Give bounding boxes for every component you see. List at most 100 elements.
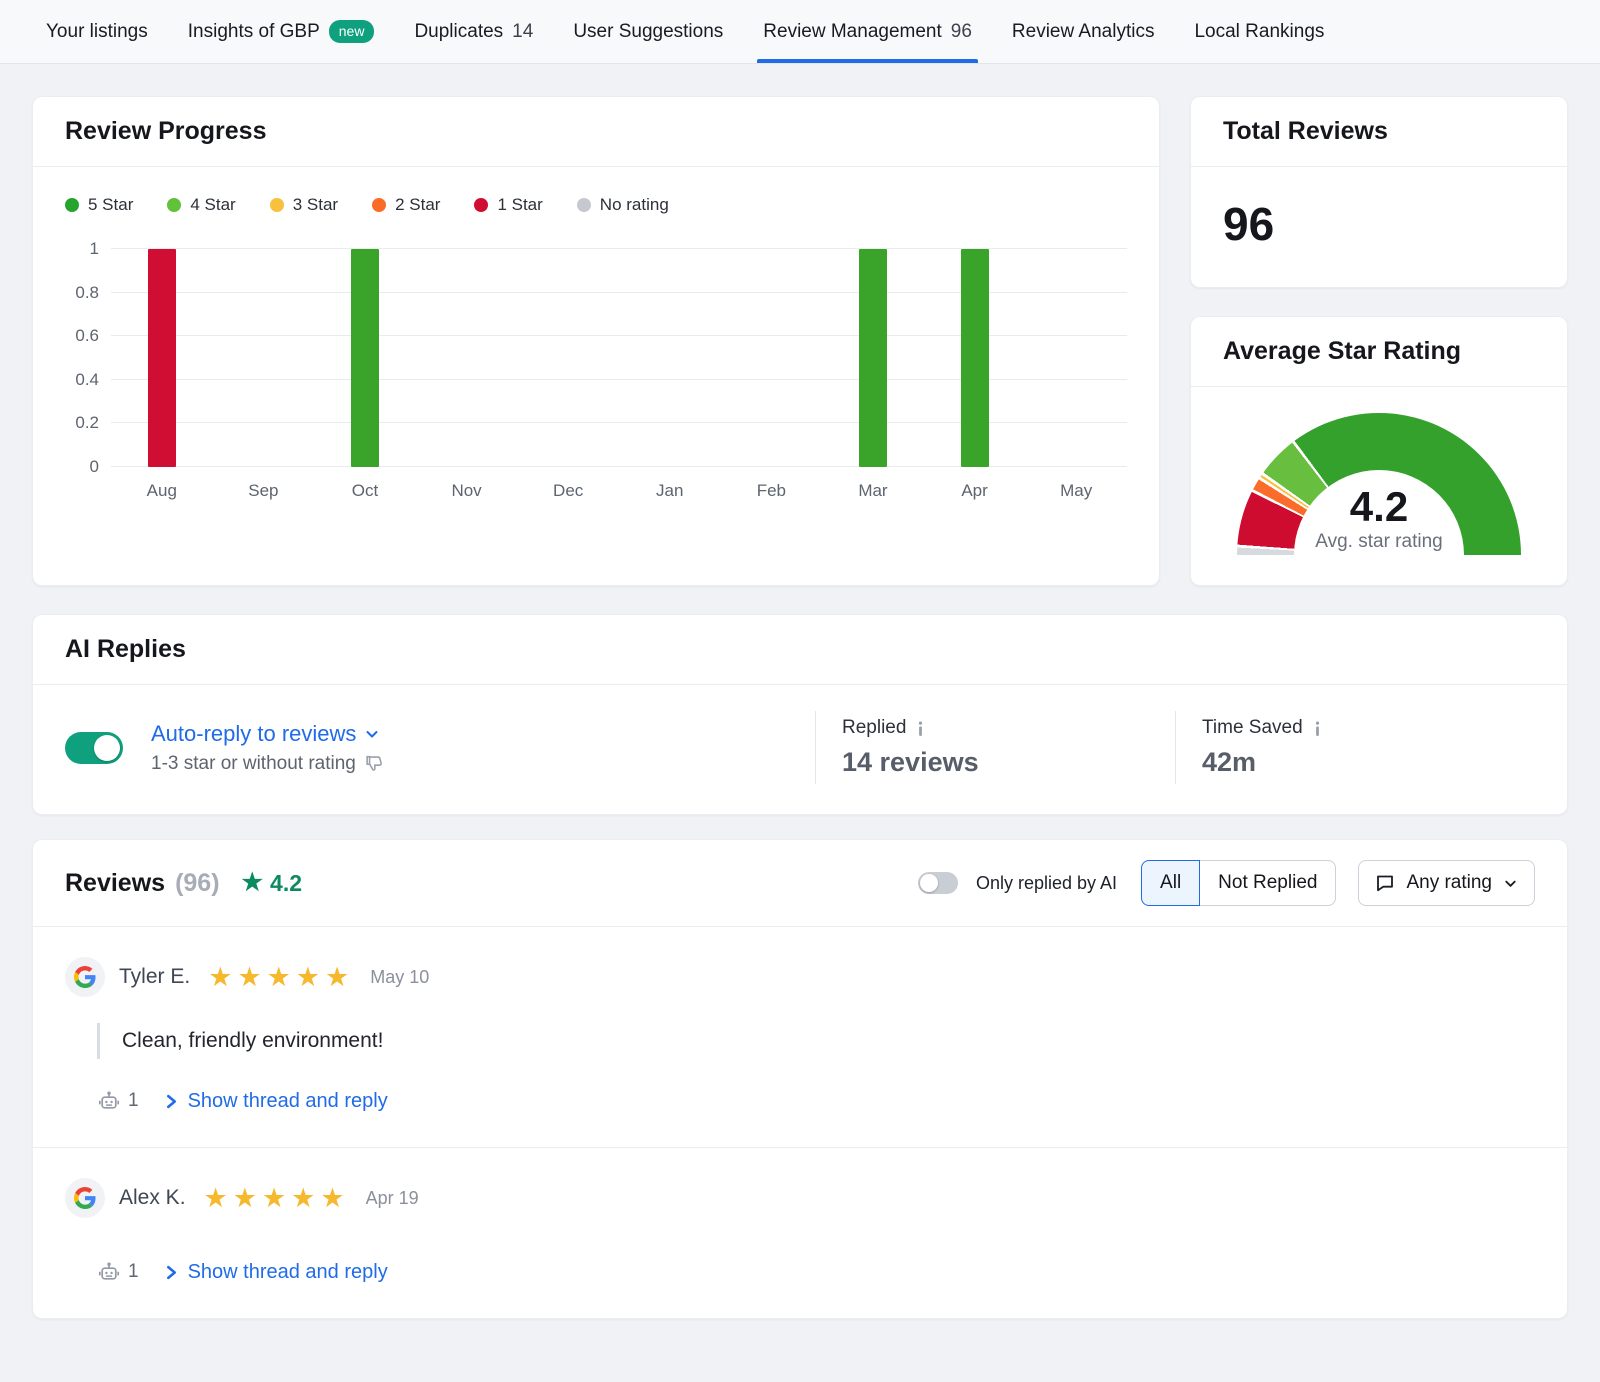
legend-label: 4 Star: [190, 195, 235, 215]
y-tick-label: 1: [90, 239, 99, 259]
average-star-rating-title: Average Star Rating: [1191, 317, 1567, 387]
show-thread-label: Show thread and reply: [188, 1261, 388, 1284]
info-icon[interactable]: [1311, 721, 1324, 736]
avg-rating-caption: Avg. star rating: [1237, 531, 1521, 553]
toggle-knob: [920, 874, 938, 892]
x-tick-label: May: [1025, 481, 1127, 501]
chart-bar-1-star[interactable]: [148, 249, 176, 467]
tab-label: Local Rankings: [1194, 21, 1324, 43]
legend-item-1-star: 1 Star: [474, 195, 542, 215]
review-item: Tyler E. ★★★★★ May 10 Clean, friendly en…: [33, 927, 1567, 1147]
new-badge: new: [329, 20, 375, 43]
tab-review-management[interactable]: Review Management96: [747, 0, 988, 63]
y-tick-label: 0.8: [75, 283, 99, 303]
tab-label: Insights of GBP: [188, 21, 320, 43]
show-thread-link[interactable]: Show thread and reply: [165, 1090, 388, 1113]
legend-label: 2 Star: [395, 195, 440, 215]
reviews-title: Reviews: [65, 869, 165, 898]
reviews-avg-value: 4.2: [270, 870, 302, 897]
chart-bar-5-star[interactable]: [351, 249, 379, 467]
ai-replies-title: AI Replies: [33, 615, 1567, 685]
tab-user-suggestions[interactable]: User Suggestions: [557, 0, 739, 63]
filter-not-replied-button[interactable]: Not Replied: [1199, 860, 1336, 906]
auto-reply-label: Auto-reply to reviews: [151, 721, 356, 747]
filter-all-button[interactable]: All: [1141, 860, 1200, 906]
y-tick-label: 0: [90, 457, 99, 477]
legend-item-3-star: 3 Star: [270, 195, 338, 215]
info-icon[interactable]: [914, 721, 927, 736]
google-logo-icon: [65, 957, 105, 997]
auto-reply-scope-label: 1-3 star or without rating: [151, 753, 356, 775]
avg-rating-value: 4.2: [1237, 485, 1521, 529]
chart-x-labels: AugSepOctNovDecJanFebMarAprMay: [111, 481, 1127, 501]
ai-replies-count-value: 1: [128, 1261, 139, 1283]
tab-label: Your listings: [46, 21, 148, 43]
robot-icon: [97, 1089, 121, 1113]
legend-dot: [270, 198, 284, 212]
review-stars: ★★★★★: [208, 964, 354, 991]
ai-replies-count: 1: [97, 1089, 139, 1113]
tab-duplicates[interactable]: Duplicates 14: [398, 0, 549, 63]
legend-dot: [577, 198, 591, 212]
x-tick-label: Jan: [619, 481, 721, 501]
legend-dot: [474, 198, 488, 212]
show-thread-label: Show thread and reply: [188, 1090, 388, 1113]
time-saved-value: 42m: [1202, 747, 1535, 778]
legend-item-no-rating: No rating: [577, 195, 669, 215]
rating-filter-dropdown[interactable]: Any rating: [1358, 860, 1535, 906]
tab-label: Review Analytics: [1012, 21, 1155, 43]
chart-legend: 5 Star 4 Star 3 Star 2 Star 1 Star No ra…: [65, 195, 1127, 215]
review-text: Clean, friendly environment!: [97, 1023, 1535, 1059]
legend-label: No rating: [600, 195, 669, 215]
time-saved-label: Time Saved: [1202, 717, 1303, 739]
replied-stat: Replied 14 reviews: [815, 711, 1175, 784]
top-tab-bar: Your listings Insights of GBP new Duplica…: [0, 0, 1600, 64]
review-stars: ★★★★★: [204, 1185, 350, 1212]
tab-local-rankings[interactable]: Local Rankings: [1178, 0, 1340, 63]
chevron-down-icon: [1503, 876, 1518, 891]
y-tick-label: 0.2: [75, 413, 99, 433]
ai-replies-count: 1: [97, 1260, 139, 1284]
ai-replies-card: AI Replies Auto-reply to reviews 1-3 sta…: [32, 614, 1568, 815]
only-ai-toggle[interactable]: [918, 872, 958, 894]
tab-count: 14: [512, 21, 533, 43]
legend-dot: [65, 198, 79, 212]
x-tick-label: Nov: [416, 481, 518, 501]
ai-replies-count-value: 1: [128, 1090, 139, 1112]
robot-icon: [97, 1260, 121, 1284]
review-date: May 10: [370, 967, 429, 988]
y-tick-label: 0.4: [75, 370, 99, 390]
review-date: Apr 19: [366, 1188, 419, 1209]
x-tick-label: Apr: [924, 481, 1026, 501]
tab-insights-of-gbp[interactable]: Insights of GBP new: [172, 0, 391, 63]
legend-item-2-star: 2 Star: [372, 195, 440, 215]
legend-item-5-star: 5 Star: [65, 195, 133, 215]
chevron-right-icon: [165, 1265, 178, 1280]
legend-label: 3 Star: [293, 195, 338, 215]
show-thread-link[interactable]: Show thread and reply: [165, 1261, 388, 1284]
tab-label: Duplicates: [414, 21, 503, 43]
only-ai-label: Only replied by AI: [976, 873, 1117, 894]
legend-label: 5 Star: [88, 195, 133, 215]
chart-bar-5-star[interactable]: [859, 249, 887, 467]
chart-bar-5-star[interactable]: [961, 249, 989, 467]
auto-reply-dropdown[interactable]: Auto-reply to reviews: [151, 721, 380, 747]
average-star-rating-card: Average Star Rating 4.2 Avg. star rating: [1190, 316, 1568, 586]
tab-review-analytics[interactable]: Review Analytics: [996, 0, 1171, 63]
x-tick-label: Oct: [314, 481, 416, 501]
x-tick-label: Sep: [213, 481, 315, 501]
chevron-right-icon: [165, 1094, 178, 1109]
reviews-average-rating: ★ 4.2: [242, 870, 303, 897]
y-tick-label: 0.6: [75, 326, 99, 346]
tab-your-listings[interactable]: Your listings: [30, 0, 164, 63]
review-progress-card: Review Progress 5 Star 4 Star 3 Star 2 S…: [32, 96, 1160, 586]
toggle-knob: [94, 735, 120, 761]
chevron-down-icon: [364, 726, 380, 742]
review-progress-title: Review Progress: [33, 97, 1159, 167]
review-author: Tyler E.: [119, 965, 190, 989]
auto-reply-toggle[interactable]: [65, 732, 123, 764]
replied-value: 14 reviews: [842, 747, 1175, 778]
review-progress-chart: 00.20.40.60.81: [65, 249, 1127, 467]
chart-plot: [111, 249, 1127, 467]
x-tick-label: Aug: [111, 481, 213, 501]
